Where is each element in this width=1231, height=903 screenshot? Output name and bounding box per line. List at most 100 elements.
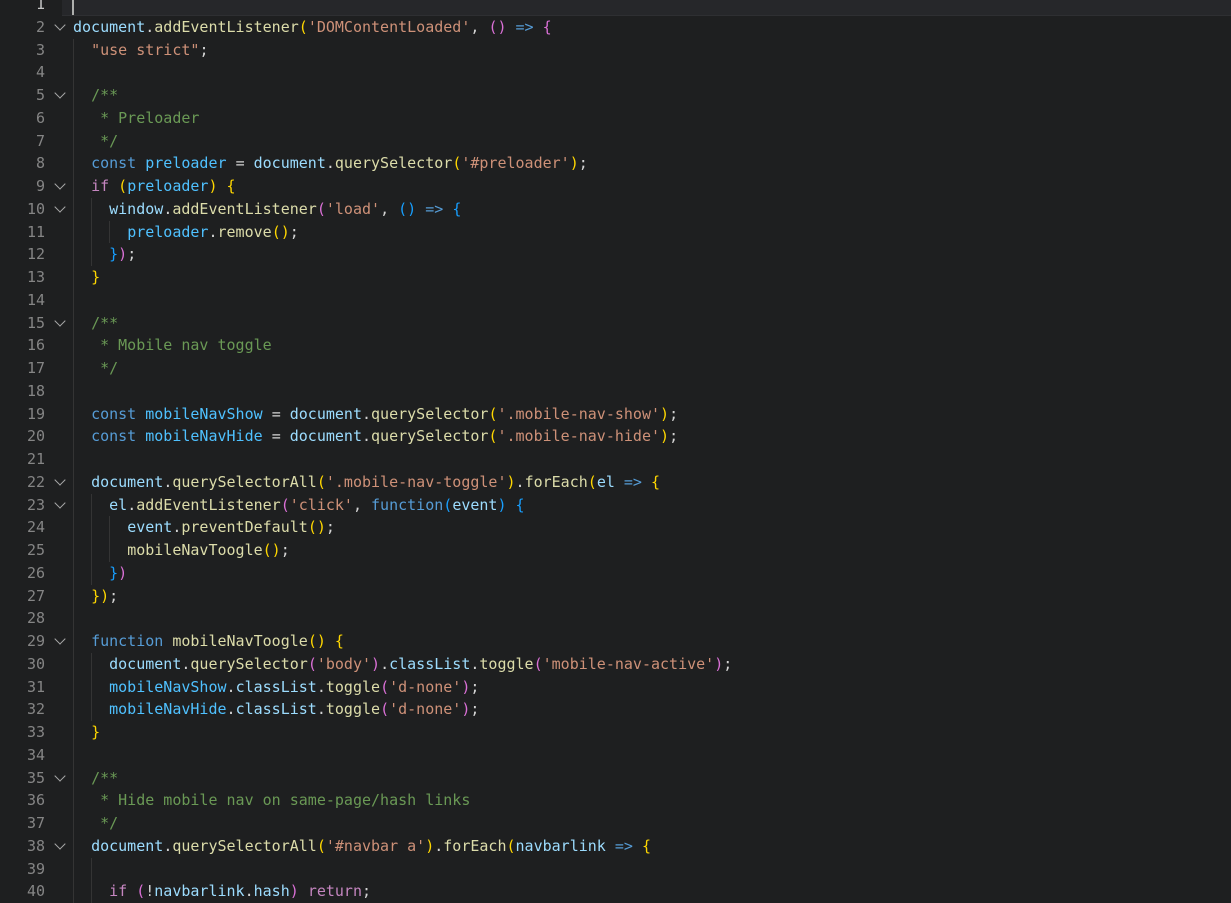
- code-text[interactable]: const mobileNavShow = document.querySele…: [73, 403, 678, 426]
- line-number: 6: [0, 107, 45, 130]
- line-number: 4: [0, 61, 45, 84]
- chevron-down-icon[interactable]: [50, 16, 70, 39]
- code-line: 31 mobileNavShow.classList.toggle('d-non…: [0, 676, 1231, 699]
- code-line: 24 event.preventDefault();: [0, 516, 1231, 539]
- line-number: 8: [0, 152, 45, 175]
- code-text[interactable]: * Mobile nav toggle: [73, 334, 272, 357]
- code-line: 35 /**: [0, 767, 1231, 790]
- line-number: 16: [0, 334, 45, 357]
- chevron-down-icon[interactable]: [50, 175, 70, 198]
- code-line: 19 const mobileNavShow = document.queryS…: [0, 403, 1231, 426]
- code-line: 29 function mobileNavToogle() {: [0, 630, 1231, 653]
- code-line: 20 const mobileNavHide = document.queryS…: [0, 425, 1231, 448]
- code-text[interactable]: document.addEventListener('DOMContentLoa…: [73, 16, 552, 39]
- line-number: 22: [0, 471, 45, 494]
- code-text[interactable]: if (!navbarlink.hash) return;: [73, 880, 371, 903]
- line-number: 35: [0, 767, 45, 790]
- line-number: 26: [0, 562, 45, 585]
- code-text[interactable]: function mobileNavToogle() {: [73, 630, 344, 653]
- code-text[interactable]: event.preventDefault();: [73, 516, 335, 539]
- code-line: 22 document.querySelectorAll('.mobile-na…: [0, 471, 1231, 494]
- code-line: 12 });: [0, 243, 1231, 266]
- code-text[interactable]: const preloader = document.querySelector…: [73, 152, 588, 175]
- chevron-down-icon[interactable]: [50, 767, 70, 790]
- code-text[interactable]: mobileNavShow.classList.toggle('d-none')…: [73, 676, 479, 699]
- code-text[interactable]: document.querySelector('body').classList…: [73, 653, 732, 676]
- line-number: 24: [0, 516, 45, 539]
- chevron-down-icon[interactable]: [50, 630, 70, 653]
- code-line: 4: [0, 61, 1231, 84]
- code-text[interactable]: preloader.remove();: [73, 221, 299, 244]
- line-number: 17: [0, 357, 45, 380]
- chevron-down-icon[interactable]: [50, 835, 70, 858]
- code-text[interactable]: document.querySelectorAll('#navbar a').f…: [73, 835, 651, 858]
- code-text[interactable]: /**: [73, 84, 118, 107]
- code-line: 17 */: [0, 357, 1231, 380]
- code-line: 16 * Mobile nav toggle: [0, 334, 1231, 357]
- code-line: 28: [0, 607, 1231, 630]
- code-line: 21: [0, 448, 1231, 471]
- code-line: 1: [0, 0, 1231, 16]
- line-number: 14: [0, 289, 45, 312]
- chevron-down-icon[interactable]: [50, 494, 70, 517]
- code-line: 11 preloader.remove();: [0, 221, 1231, 244]
- line-number: 30: [0, 653, 45, 676]
- code-line: 3 "use strict";: [0, 39, 1231, 62]
- current-line-highlight: [62, 0, 1231, 16]
- code-line: 25 mobileNavToogle();: [0, 539, 1231, 562]
- code-text[interactable]: el.addEventListener('click', function(ev…: [73, 494, 525, 517]
- code-text[interactable]: "use strict";: [73, 39, 208, 62]
- chevron-down-icon[interactable]: [50, 471, 70, 494]
- code-text[interactable]: });: [73, 243, 136, 266]
- code-line: 36 * Hide mobile nav on same-page/hash l…: [0, 789, 1231, 812]
- code-line: 27 });: [0, 585, 1231, 608]
- line-number: 38: [0, 835, 45, 858]
- code-line: 8 const preloader = document.querySelect…: [0, 152, 1231, 175]
- code-line: 18: [0, 380, 1231, 403]
- code-text[interactable]: * Hide mobile nav on same-page/hash link…: [73, 789, 470, 812]
- line-number: 29: [0, 630, 45, 653]
- line-number: 5: [0, 84, 45, 107]
- code-text[interactable]: }: [73, 721, 100, 744]
- code-text[interactable]: }): [73, 562, 127, 585]
- code-line: 5 /**: [0, 84, 1231, 107]
- text-cursor: [72, 0, 74, 15]
- line-number: 25: [0, 539, 45, 562]
- line-number: 1: [0, 0, 45, 16]
- code-line: 13 }: [0, 266, 1231, 289]
- code-text[interactable]: document.querySelectorAll('.mobile-nav-t…: [73, 471, 660, 494]
- indent-guide: [91, 858, 92, 881]
- code-line: 7 */: [0, 130, 1231, 153]
- code-text[interactable]: /**: [73, 767, 118, 790]
- code-text[interactable]: */: [73, 357, 118, 380]
- chevron-down-icon[interactable]: [50, 312, 70, 335]
- code-text[interactable]: const mobileNavHide = document.querySele…: [73, 425, 678, 448]
- code-text[interactable]: mobileNavToogle();: [73, 539, 290, 562]
- line-number: 10: [0, 198, 45, 221]
- code-text[interactable]: */: [73, 812, 118, 835]
- code-text[interactable]: /**: [73, 312, 118, 335]
- indent-guide: [73, 61, 74, 84]
- line-number: 40: [0, 880, 45, 903]
- indent-guide: [73, 380, 74, 403]
- line-number: 23: [0, 494, 45, 517]
- code-text[interactable]: if (preloader) {: [73, 175, 236, 198]
- code-text[interactable]: window.addEventListener('load', () => {: [73, 198, 461, 221]
- code-text[interactable]: });: [73, 585, 118, 608]
- line-number: 15: [0, 312, 45, 335]
- code-text[interactable]: */: [73, 130, 118, 153]
- code-text[interactable]: * Preloader: [73, 107, 199, 130]
- line-number: 27: [0, 585, 45, 608]
- indent-guide: [73, 448, 74, 471]
- code-line: 10 window.addEventListener('load', () =>…: [0, 198, 1231, 221]
- chevron-down-icon[interactable]: [50, 84, 70, 107]
- line-number: 32: [0, 698, 45, 721]
- code-text[interactable]: mobileNavHide.classList.toggle('d-none')…: [73, 698, 479, 721]
- code-line: 40 if (!navbarlink.hash) return;: [0, 880, 1231, 903]
- code-editor[interactable]: 12document.addEventListener('DOMContentL…: [0, 0, 1231, 896]
- line-number: 37: [0, 812, 45, 835]
- code-text[interactable]: }: [73, 266, 100, 289]
- code-line: 39: [0, 858, 1231, 881]
- chevron-down-icon[interactable]: [50, 198, 70, 221]
- line-number: 21: [0, 448, 45, 471]
